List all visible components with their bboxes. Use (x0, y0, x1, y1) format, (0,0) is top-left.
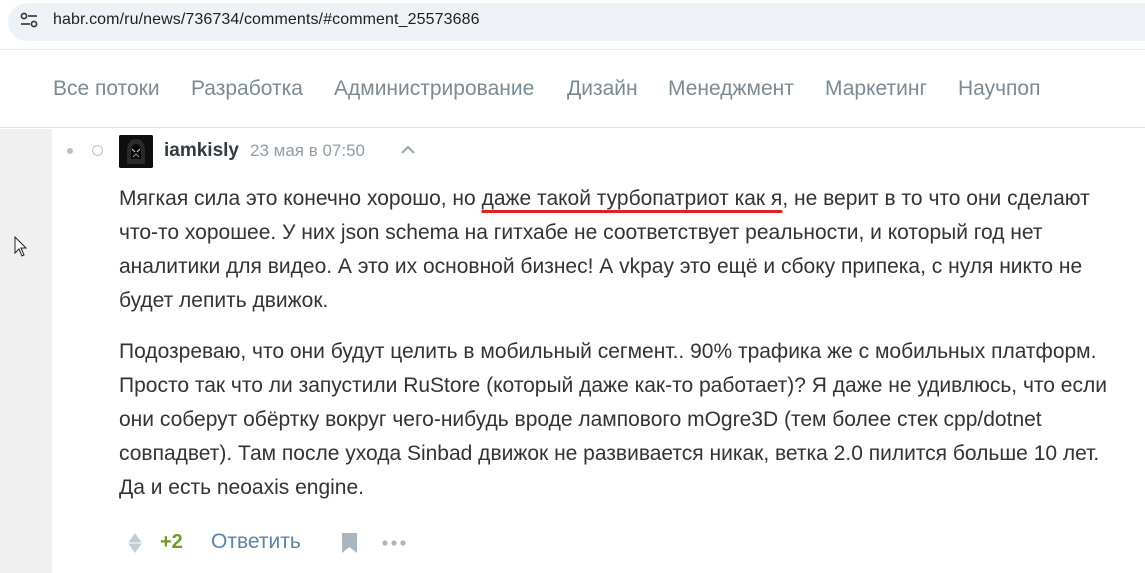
hub-link-development[interactable]: Разработка (191, 77, 303, 101)
hub-link-all-flows[interactable]: Все потоки (53, 77, 160, 101)
comment-text: Мягкая сила это конечно хорошо, но даже … (119, 182, 1109, 505)
comment-paragraph-2: Подозреваю, что они будут целить в мобил… (119, 340, 1107, 499)
hub-link-management[interactable]: Менеджмент (668, 77, 794, 101)
reply-button[interactable]: Ответить (211, 530, 301, 554)
bookmark-icon[interactable] (341, 532, 358, 554)
tune-icon[interactable] (20, 12, 38, 28)
thread-line-dot[interactable] (67, 148, 73, 154)
browser-toolbar: habr.com/ru/news/736734/comments/#commen… (0, 0, 1145, 50)
highlighted-phrase: даже такой турбопатриот как я (481, 187, 783, 210)
chevron-up-icon[interactable] (399, 143, 417, 157)
thread-line-ring[interactable] (92, 145, 103, 156)
left-gutter (0, 129, 52, 573)
avatar[interactable] (119, 135, 153, 168)
avatar-hooded-figure-icon (119, 135, 153, 168)
vote-icon[interactable] (127, 532, 143, 554)
hubs-navigation: Все потоки Разработка Администрирование … (0, 51, 1145, 128)
url-text[interactable]: habr.com/ru/news/736734/comments/#commen… (53, 11, 480, 29)
mouse-cursor-icon (14, 236, 28, 257)
comment-paragraph-1: Мягкая сила это конечно хорошо, но даже … (119, 182, 1109, 318)
paragraph-1-start: Мягкая сила это конечно хорошо, но (119, 187, 482, 210)
hub-link-design[interactable]: Дизайн (567, 77, 638, 101)
comment-author[interactable]: iamkisly (164, 140, 239, 162)
more-options-icon[interactable] (381, 538, 407, 548)
hub-link-popsci[interactable]: Научпоп (958, 77, 1040, 101)
comment-timestamp[interactable]: 23 мая в 07:50 (250, 141, 365, 161)
hub-link-marketing[interactable]: Маркетинг (825, 77, 927, 101)
comment-score: +2 (160, 531, 183, 553)
hub-link-admin[interactable]: Администрирование (334, 77, 534, 101)
